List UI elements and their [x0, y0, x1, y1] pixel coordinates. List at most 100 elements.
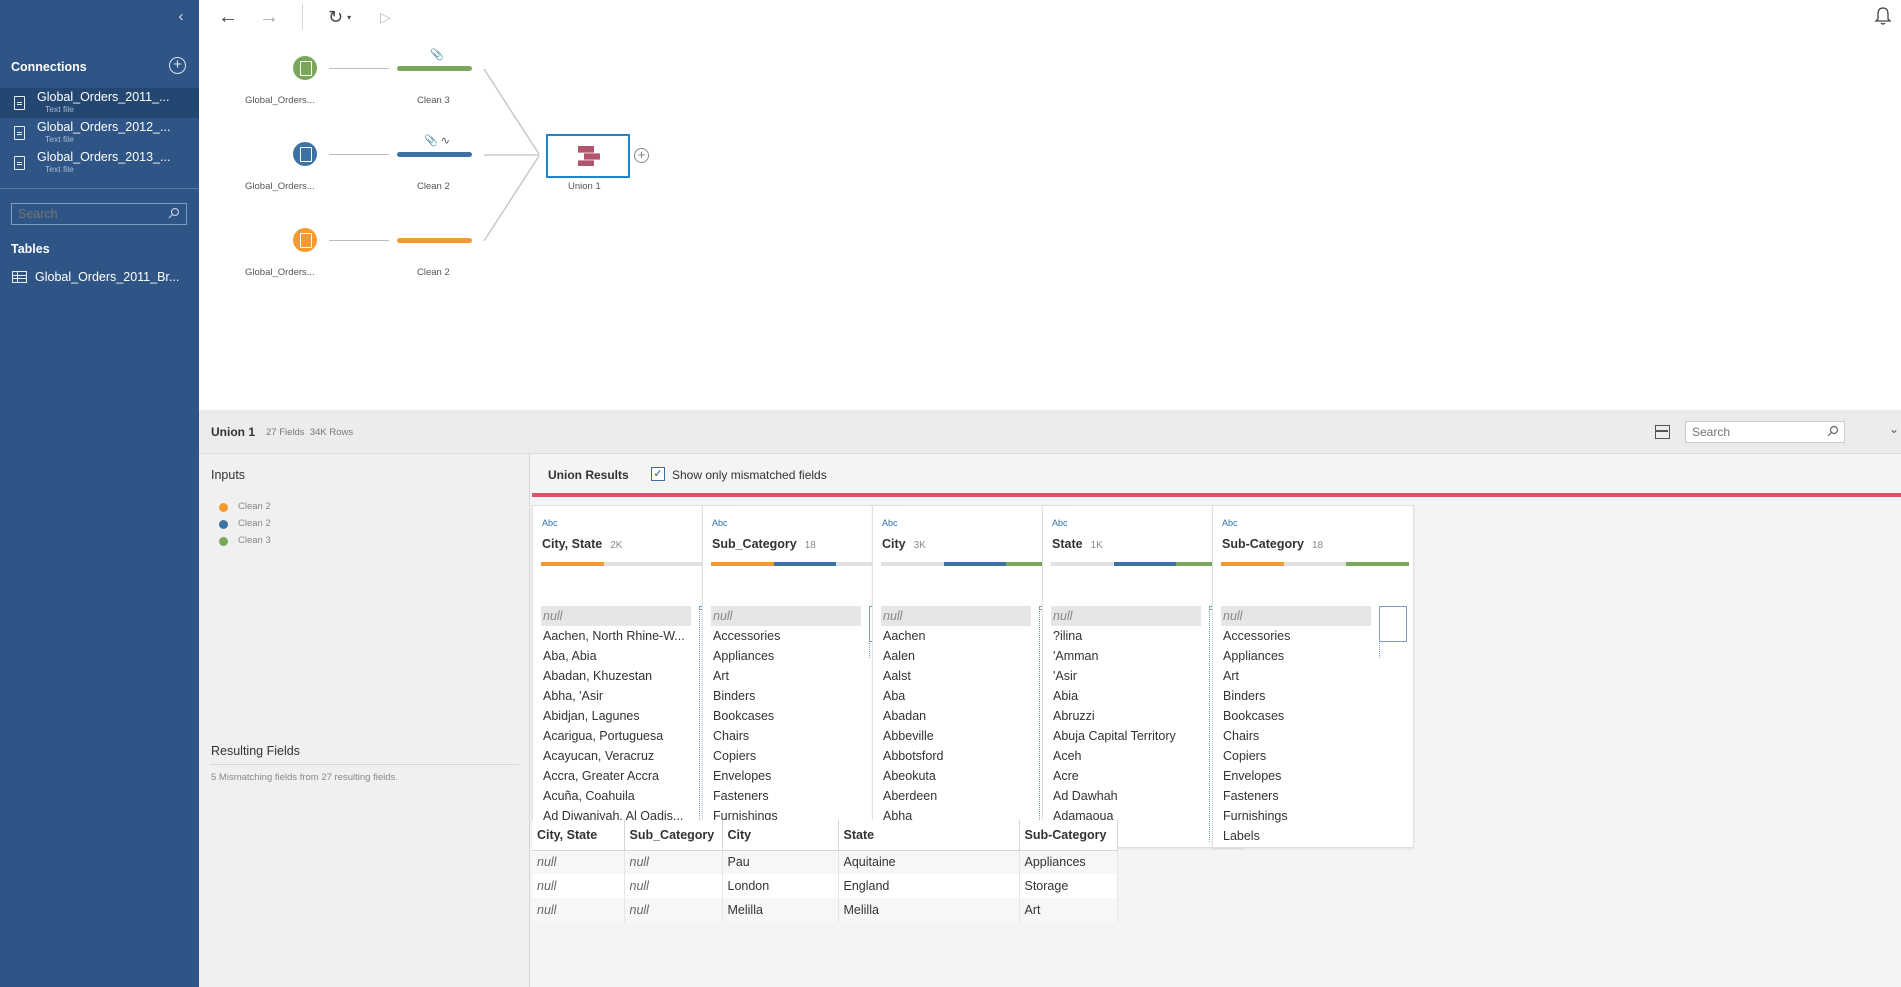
value-item[interactable]: Accra, Greater Accra [541, 766, 691, 786]
flow-canvas[interactable]: Global_Orders... 📎 Clean 3 Global_Orders… [199, 34, 1901, 410]
value-item[interactable]: Aceh [1051, 746, 1201, 766]
back-button[interactable]: ← [218, 6, 238, 28]
value-item[interactable]: Abidjan, Lagunes [541, 706, 691, 726]
value-item[interactable]: Acuña, Coahuila [541, 786, 691, 806]
column-header[interactable]: Sub-Category [1019, 820, 1118, 851]
value-list[interactable]: null Accessories Appliances Art Binders Bookc… [1221, 606, 1371, 846]
table-cell: London [722, 874, 839, 898]
value-item[interactable]: Abeokuta [881, 766, 1031, 786]
value-item[interactable]: Bookcases [711, 706, 861, 726]
value-item[interactable]: null [881, 606, 1031, 626]
collapse-sidebar-icon[interactable]: ‹ [172, 8, 190, 26]
value-item[interactable]: Envelopes [711, 766, 861, 786]
value-item[interactable]: null [541, 606, 691, 626]
connection-item[interactable]: Global_Orders_2013_... Text file [0, 148, 199, 178]
value-item[interactable]: Ad Dawhah [1051, 786, 1201, 806]
mismatch-checkbox[interactable]: ✓ [651, 467, 665, 481]
value-item[interactable]: Labels [1221, 826, 1371, 846]
value-item[interactable]: 'Amman [1051, 646, 1201, 666]
value-item[interactable]: Acayucan, Veracruz [541, 746, 691, 766]
table-row[interactable]: null null Melilla Melilla Art [532, 898, 1118, 922]
connection-type: Text file [45, 164, 74, 174]
connection-type: Text file [45, 104, 74, 114]
value-item[interactable]: Abbeville [881, 726, 1031, 746]
value-item[interactable]: Abbotsford [881, 746, 1031, 766]
value-item[interactable]: Bookcases [1221, 706, 1371, 726]
forward-button[interactable]: → [259, 6, 279, 28]
value-item[interactable]: Art [711, 666, 861, 686]
value-item[interactable]: 'Asir [1051, 666, 1201, 686]
value-item[interactable]: Abruzzi [1051, 706, 1201, 726]
value-item[interactable]: Copiers [1221, 746, 1371, 766]
value-item[interactable]: Appliances [1221, 646, 1371, 666]
sidebar-search-input[interactable] [11, 203, 187, 225]
run-button[interactable]: ▷ [380, 6, 391, 28]
value-item[interactable]: Aberdeen [881, 786, 1031, 806]
clean-step[interactable] [397, 152, 472, 157]
value-item[interactable]: Furnishings [1221, 806, 1371, 826]
value-item[interactable]: Aba [881, 686, 1031, 706]
value-item[interactable]: null [1221, 606, 1371, 626]
type-abc-icon: Abc [542, 518, 558, 528]
bell-icon[interactable] [1874, 6, 1892, 26]
value-item[interactable]: Fasteners [1221, 786, 1371, 806]
value-item[interactable]: Copiers [711, 746, 861, 766]
value-item[interactable]: Aachen [881, 626, 1031, 646]
scrollbar-thumb[interactable] [1379, 606, 1407, 642]
value-item[interactable]: Aachen, North Rhine-W... [541, 626, 691, 646]
connection-item[interactable]: Global_Orders_2012_... Text file [0, 118, 199, 148]
input-node[interactable] [293, 228, 317, 252]
chevron-down-icon[interactable]: ⌄ [1889, 422, 1899, 436]
value-list[interactable]: null Accessories Appliances Art Binders Bookc… [711, 606, 861, 846]
value-item[interactable]: Acre [1051, 766, 1201, 786]
distinct-count: 3K [913, 540, 926, 551]
value-item[interactable]: Accessories [1221, 626, 1371, 646]
value-item[interactable]: Abadan, Khuzestan [541, 666, 691, 686]
value-item[interactable]: Chairs [711, 726, 861, 746]
table-row[interactable]: null null Pau Aquitaine Appliances [532, 850, 1118, 874]
value-item[interactable]: Art [1221, 666, 1371, 686]
clean-step[interactable] [397, 238, 472, 243]
field-profile-card[interactable]: Abc Sub-Category 18 null Accessories Applianc… [1212, 505, 1414, 848]
value-item[interactable]: Accessories [711, 626, 861, 646]
add-step-button[interactable]: + [634, 148, 649, 163]
connection-item[interactable]: Global_Orders_2011_... Text file [0, 88, 199, 118]
value-list[interactable]: null Aachen, North Rhine-W... Aba, Abia Aba… [541, 606, 691, 846]
panel-search-input[interactable] [1685, 421, 1845, 443]
clean-step[interactable] [397, 66, 472, 71]
add-connection-button[interactable]: + [169, 57, 186, 74]
value-item[interactable]: Abha, 'Asir [541, 686, 691, 706]
refresh-button[interactable]: ↻ ▾ [328, 6, 351, 28]
value-item[interactable]: Abuja Capital Territory [1051, 726, 1201, 746]
value-item[interactable]: ?ilina [1051, 626, 1201, 646]
column-header[interactable]: City [722, 820, 839, 851]
value-item[interactable]: Abia [1051, 686, 1201, 706]
value-item[interactable]: Fasteners [711, 786, 861, 806]
mismatch-checkbox-label[interactable]: Show only mismatched fields [672, 468, 827, 482]
value-item[interactable]: Abadan [881, 706, 1031, 726]
value-list[interactable]: null Aachen Aalen Aalst Aba Abadan Abbeville Ab… [881, 606, 1031, 846]
layout-toggle-icon[interactable] [1655, 425, 1670, 439]
tab-union-results[interactable]: Union Results [548, 468, 629, 482]
value-item[interactable]: null [1051, 606, 1201, 626]
input-node[interactable] [293, 56, 317, 80]
column-header[interactable]: City, State [532, 820, 625, 851]
value-item[interactable]: Appliances [711, 646, 861, 666]
column-header[interactable]: State [838, 820, 1020, 851]
value-item[interactable]: Chairs [1221, 726, 1371, 746]
value-item[interactable]: Acarigua, Portuguesa [541, 726, 691, 746]
value-item[interactable]: Aba, Abia [541, 646, 691, 666]
value-item[interactable]: Binders [1221, 686, 1371, 706]
union-node[interactable] [546, 134, 630, 178]
value-item[interactable]: Aalen [881, 646, 1031, 666]
value-item[interactable]: Binders [711, 686, 861, 706]
value-list[interactable]: null ?ilina 'Amman 'Asir Abia Abruzzi Abuja Ca… [1051, 606, 1201, 846]
value-item[interactable]: Aalst [881, 666, 1031, 686]
value-scrollbar[interactable] [1379, 606, 1407, 658]
connections-heading: Connections [11, 60, 87, 74]
table-row[interactable]: null null London England Storage [532, 874, 1118, 898]
value-item[interactable]: Envelopes [1221, 766, 1371, 786]
value-item[interactable]: null [711, 606, 861, 626]
input-node[interactable] [293, 142, 317, 166]
column-header[interactable]: Sub_Category [624, 820, 723, 851]
